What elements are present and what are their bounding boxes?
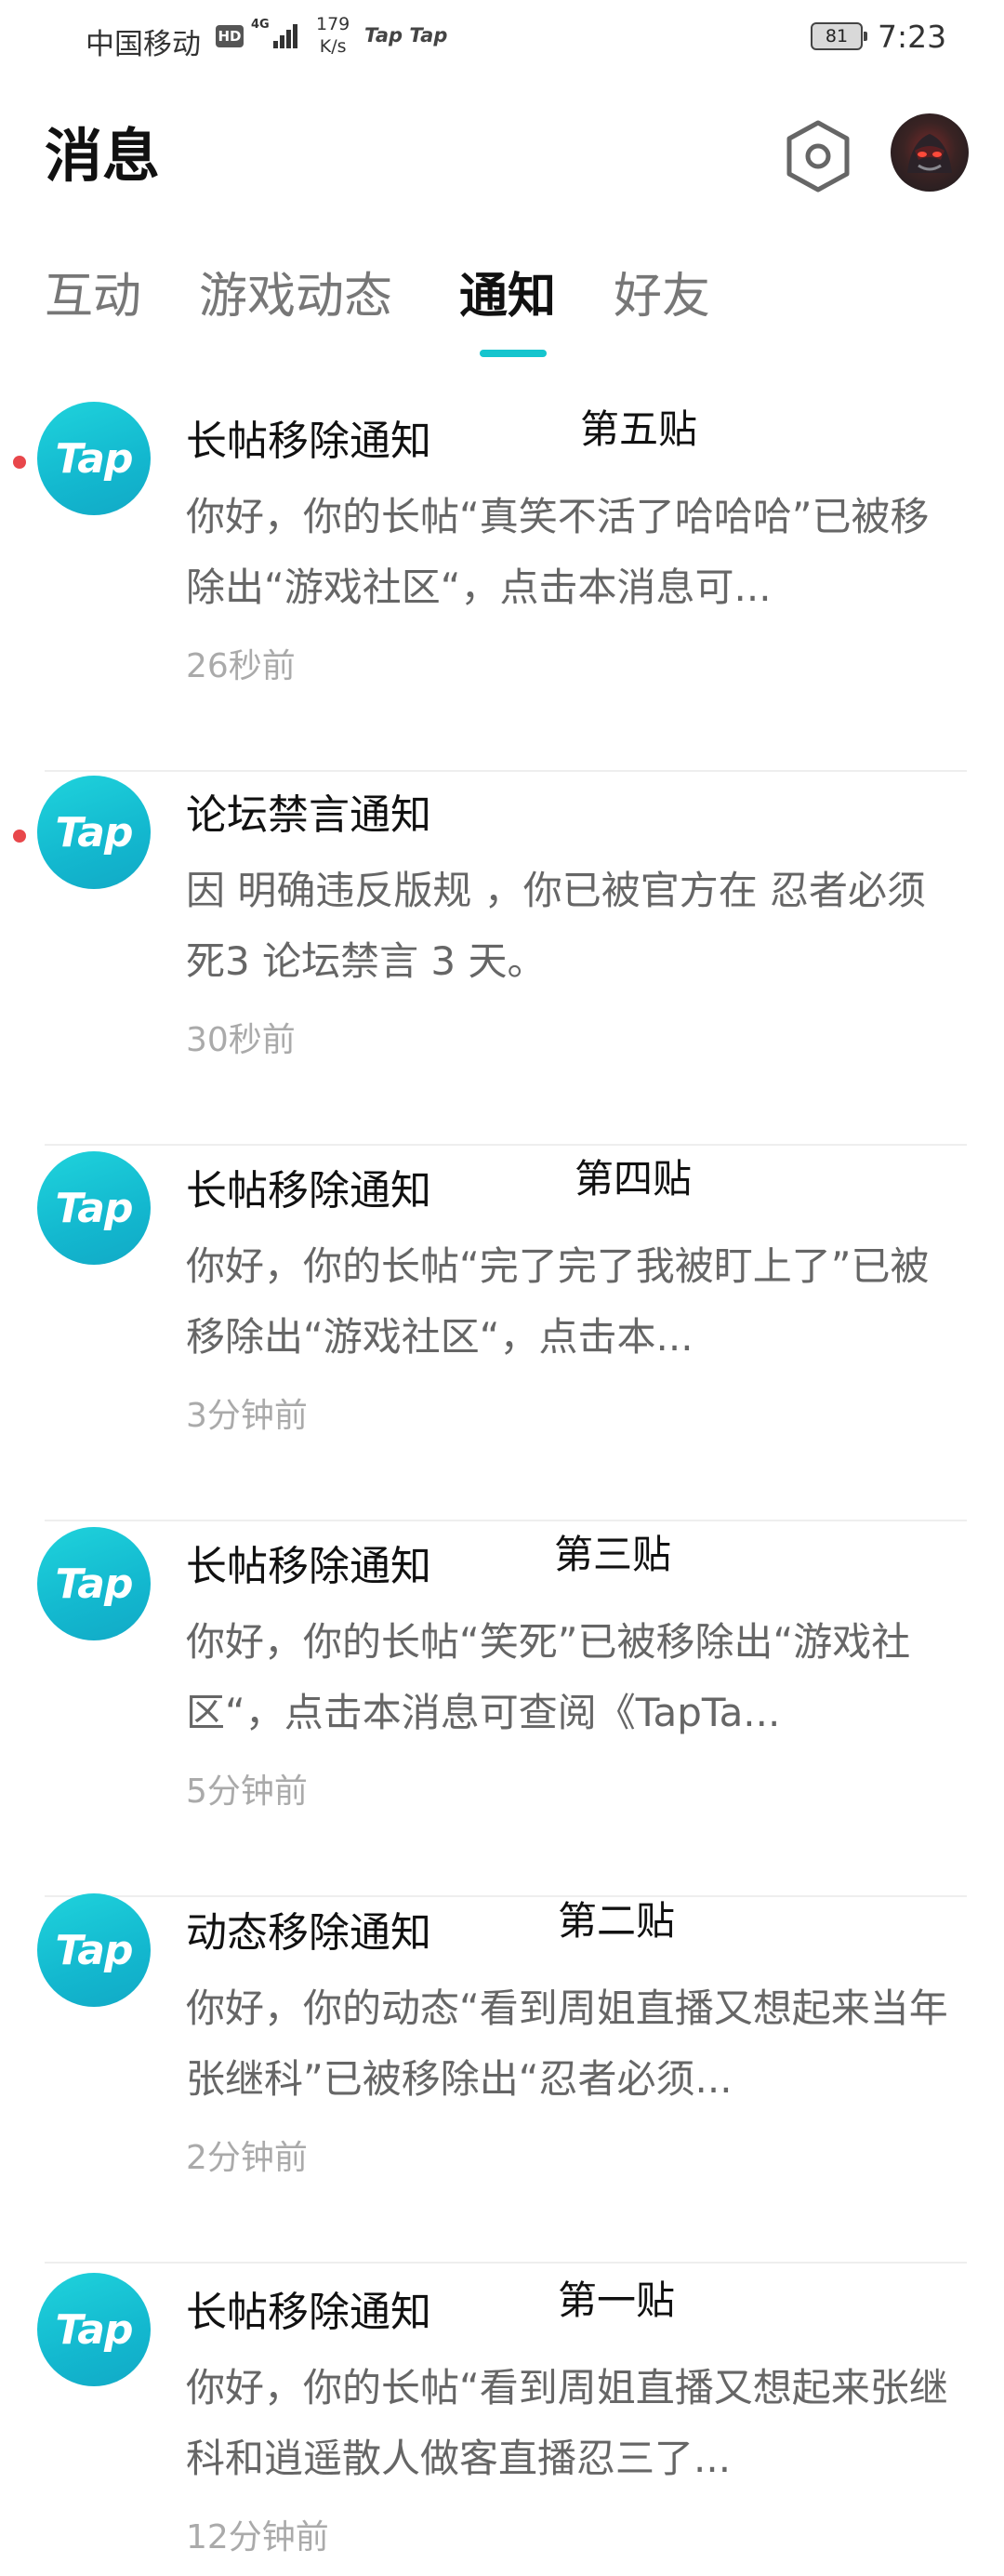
notification-title: 动态移除通知 (186, 1909, 431, 1957)
notification-annotation: 第三贴 (554, 1532, 672, 1577)
notification-body: 你好，你的动态“看到周姐直播又想起来当年张继科”已被移除出“忍者必须... (186, 1985, 948, 2102)
notification-title: 论坛禁言通知 (186, 791, 431, 839)
notification-title: 长帖移除通知 (186, 1167, 431, 1215)
active-tab-indicator (480, 350, 547, 357)
unread-dot (13, 830, 26, 843)
notification-time: 12分钟前 (186, 2518, 329, 2556)
tab-friends[interactable]: 好友 (614, 262, 710, 331)
notification-item[interactable]: Tap 长帖移除通知 第五贴 你好，你的长帖“真笑不活了哈哈哈”已被移除出“游戏… (0, 394, 1004, 772)
app-notification-icons: Tap Tap (364, 24, 448, 46)
notification-time: 2分钟前 (186, 2139, 308, 2177)
divider (45, 2262, 967, 2264)
tab-game-updates[interactable]: 游戏动态 (199, 262, 392, 331)
taptap-logo-text: Tap (55, 808, 134, 856)
taptap-logo: Tap (37, 2273, 151, 2386)
notification-body: 你好，你的长帖“看到周姐直播又想起来张继科和逍遥散人做客直播忍三了... (186, 2365, 948, 2481)
notification-body: 你好，你的长帖“完了完了我被盯上了”已被移除出“游戏社区“，点击本... (186, 1243, 930, 1360)
notification-time: 26秒前 (186, 647, 296, 685)
signal-icon (273, 20, 303, 48)
notification-time: 5分钟前 (186, 1773, 308, 1811)
tab-bar: 互动 游戏动态 通知 好友 (0, 262, 1004, 365)
network-type-label: 4G (251, 18, 270, 32)
network-speed: 179 K/s (316, 13, 350, 58)
notification-item[interactable]: Tap 动态移除通知 第二贴 你好，你的动态“看到周姐直播又想起来当年张继科”已… (0, 1886, 1004, 2264)
notification-item[interactable]: Tap 长帖移除通知 第四贴 你好，你的长帖“完了完了我被盯上了”已被移除出“游… (0, 1144, 1004, 1521)
page-title: 消息 (45, 122, 161, 190)
avatar-image (907, 134, 952, 173)
taptap-logo: Tap (37, 1151, 151, 1265)
unread-dot (13, 456, 26, 469)
taptap-logo: Tap (37, 1893, 151, 2007)
notification-annotation: 第四贴 (575, 1156, 693, 1202)
avatar[interactable] (891, 113, 969, 192)
messages-page: 中国移动 HD 4G 179 K/s Tap Tap 81 7:23 消息 互动… (0, 0, 1004, 2576)
taptap-logo-text: Tap (55, 1184, 134, 1232)
notification-title: 长帖移除通知 (186, 418, 431, 465)
notification-time: 30秒前 (186, 1021, 296, 1059)
taptap-logo: Tap (37, 402, 151, 515)
settings-button[interactable] (783, 117, 853, 195)
notification-body: 你好，你的长帖“笑死”已被移除出“游戏社区“，点击本消息可查阅《TapTa... (186, 1619, 911, 1735)
notification-title: 长帖移除通知 (186, 1543, 431, 1590)
notification-body: 你好，你的长帖“真笑不活了哈哈哈”已被移除出“游戏社区“，点击本消息可... (186, 494, 930, 610)
battery-icon: 81 (811, 22, 867, 50)
taptap-logo-text: Tap (55, 434, 134, 483)
notification-item[interactable]: Tap 论坛禁言通知 因 明确违反版规 ，你已被官方在 忍者必须死3 论坛禁言 … (0, 768, 1004, 1146)
tab-notifications[interactable]: 通知 (459, 262, 556, 331)
taptap-logo-text: Tap (55, 1560, 134, 1608)
carrier-label: 中国移动 (86, 28, 201, 61)
taptap-logo-text: Tap (55, 2305, 134, 2354)
notification-title: 长帖移除通知 (186, 2289, 431, 2336)
notification-time: 3分钟前 (186, 1397, 308, 1435)
taptap-logo: Tap (37, 1527, 151, 1640)
taptap-logo: Tap (37, 776, 151, 889)
clock: 7:23 (878, 19, 947, 55)
status-bar: 中国移动 HD 4G 179 K/s Tap Tap 81 7:23 (0, 0, 1004, 80)
hd-icon: HD (216, 25, 244, 47)
notification-annotation: 第五贴 (580, 406, 698, 452)
network-speed-value: 179 (316, 14, 350, 34)
hexagon-settings-icon (786, 120, 850, 193)
tab-interaction[interactable]: 互动 (45, 262, 141, 331)
taptap-logo-text: Tap (55, 1926, 134, 1974)
network-speed-unit: K/s (319, 36, 347, 57)
notification-body: 因 明确违反版规 ，你已被官方在 忍者必须死3 论坛禁言 3 天。 (186, 868, 927, 984)
notification-item[interactable]: Tap 长帖移除通知 第三贴 你好，你的长帖“笑死”已被移除出“游戏社区“，点击… (0, 1520, 1004, 1897)
notification-annotation: 第一贴 (558, 2277, 676, 2323)
notification-annotation: 第二贴 (558, 1898, 676, 1944)
notification-item[interactable]: Tap 长帖移除通知 第一贴 你好，你的长帖“看到周姐直播又想起来张继科和逍遥散… (0, 2265, 1004, 2576)
